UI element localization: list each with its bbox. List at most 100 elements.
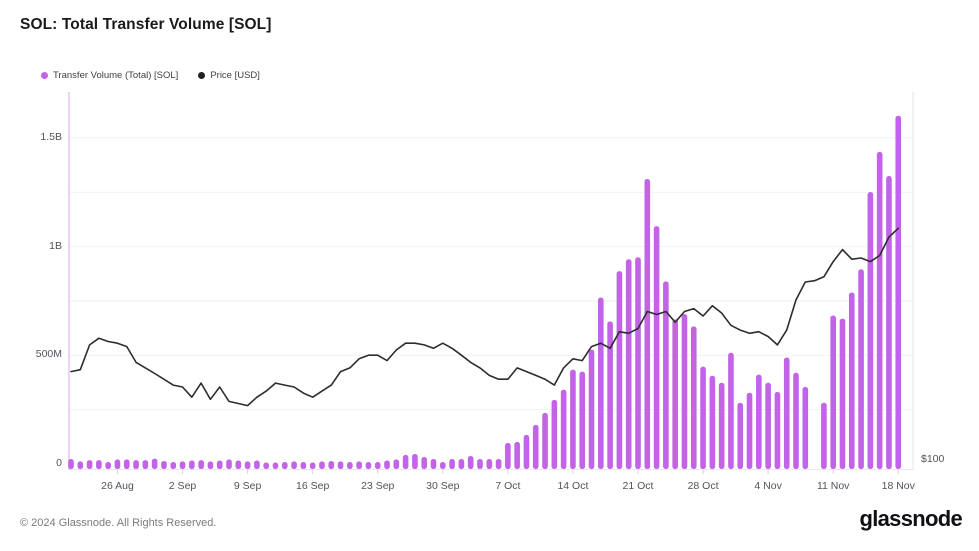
volume-bar [858,269,864,469]
volume-bar [87,460,93,469]
volume-bar [505,443,511,469]
volume-bar [486,459,492,469]
volume-bar [589,350,595,469]
volume-bar [830,316,836,469]
x-axis-tick-label: 21 Oct [623,480,654,492]
volume-bar [310,462,316,469]
volume-bar [394,459,400,469]
volume-bar [644,179,650,469]
x-axis-tick-label: 4 Nov [754,480,781,492]
volume-bar [635,257,641,469]
y-axis-tick-label: 1.5B [0,131,62,143]
x-axis-tick-label: 9 Sep [234,480,261,492]
x-axis-tick-label: 11 Nov [817,480,850,492]
volume-bar [115,459,121,469]
volume-bar [273,462,279,469]
volume-bar [143,460,149,469]
volume-bar [459,459,465,469]
volume-bar [524,435,530,469]
volume-bar [496,459,502,469]
volume-bar [663,281,669,469]
volume-bar [161,461,167,469]
volume-bar [105,462,111,469]
volume-bar [254,461,260,469]
price-line [71,228,898,405]
volume-bar [236,461,242,469]
volume-bar [821,403,827,469]
volume-bar [96,460,102,469]
price-axis-tick-label: $100 [921,453,944,465]
x-axis-tick-label: 14 Oct [557,480,588,492]
volume-bar [328,461,334,469]
volume-bar [431,459,437,469]
volume-bar [710,376,716,469]
x-axis-tick-label: 18 Nov [882,480,915,492]
volume-bar [672,319,678,469]
volume-bar [552,400,558,469]
volume-bar [756,375,762,469]
copyright-text: © 2024 Glassnode. All Rights Reserved. [20,517,216,529]
volume-bar [514,442,520,469]
y-axis-tick-label: 500M [0,348,62,360]
volume-bar [737,403,743,469]
volume-bar [775,392,781,469]
volume-bar [682,314,688,469]
volume-bar [793,373,799,469]
volume-bar [217,461,223,469]
volume-bar [626,259,632,469]
volume-bar [617,271,623,469]
volume-bar [803,387,809,469]
transfer-volume-price-chart[interactable] [0,0,979,551]
y-axis-tick-label: 1B [0,240,62,252]
volume-bar [226,459,232,469]
glassnode-logo: glassnode [859,506,962,532]
volume-bar [440,462,446,469]
volume-bar [347,462,353,469]
volume-bar [133,460,139,469]
x-axis-tick-label: 26 Aug [101,480,134,492]
volume-bar [784,357,790,469]
volume-bar [180,461,186,469]
volume-bar [403,455,409,469]
volume-bar [719,383,725,469]
volume-bar [78,461,84,469]
volume-bar [449,459,455,469]
volume-bar [366,462,372,469]
volume-bar [877,152,883,469]
volume-bar [198,460,204,469]
volume-bar [747,393,753,469]
volume-bar [338,461,344,469]
volume-bar [319,461,325,469]
volume-bar [561,390,567,469]
volume-bar [356,461,362,469]
volume-bar [579,372,585,469]
y-axis-tick-label: 0 [0,457,62,469]
volume-bar [208,461,214,469]
volume-bar [477,459,483,469]
volume-bar [375,462,381,469]
volume-bar [570,370,576,469]
volume-bar [245,461,251,469]
volume-bar [840,319,846,469]
volume-bar [533,425,539,469]
volume-bar [412,454,418,469]
volume-bar [598,297,604,469]
volume-bar [700,367,706,469]
volume-bar [691,326,697,469]
volume-bar [542,413,548,469]
x-axis-tick-label: 2 Sep [169,480,196,492]
volume-bar [728,353,734,469]
x-axis-tick-label: 16 Sep [296,480,329,492]
volume-bar [468,456,474,469]
volume-bar [765,383,771,469]
volume-bar [263,462,269,469]
volume-bar [654,226,660,469]
volume-bar [282,462,288,469]
volume-bar [124,459,130,469]
volume-bar [895,116,901,469]
volume-bar [384,461,390,469]
volume-bar [849,292,855,469]
volume-bar [152,459,158,469]
volume-bar [301,462,307,469]
volume-bar [886,176,892,469]
